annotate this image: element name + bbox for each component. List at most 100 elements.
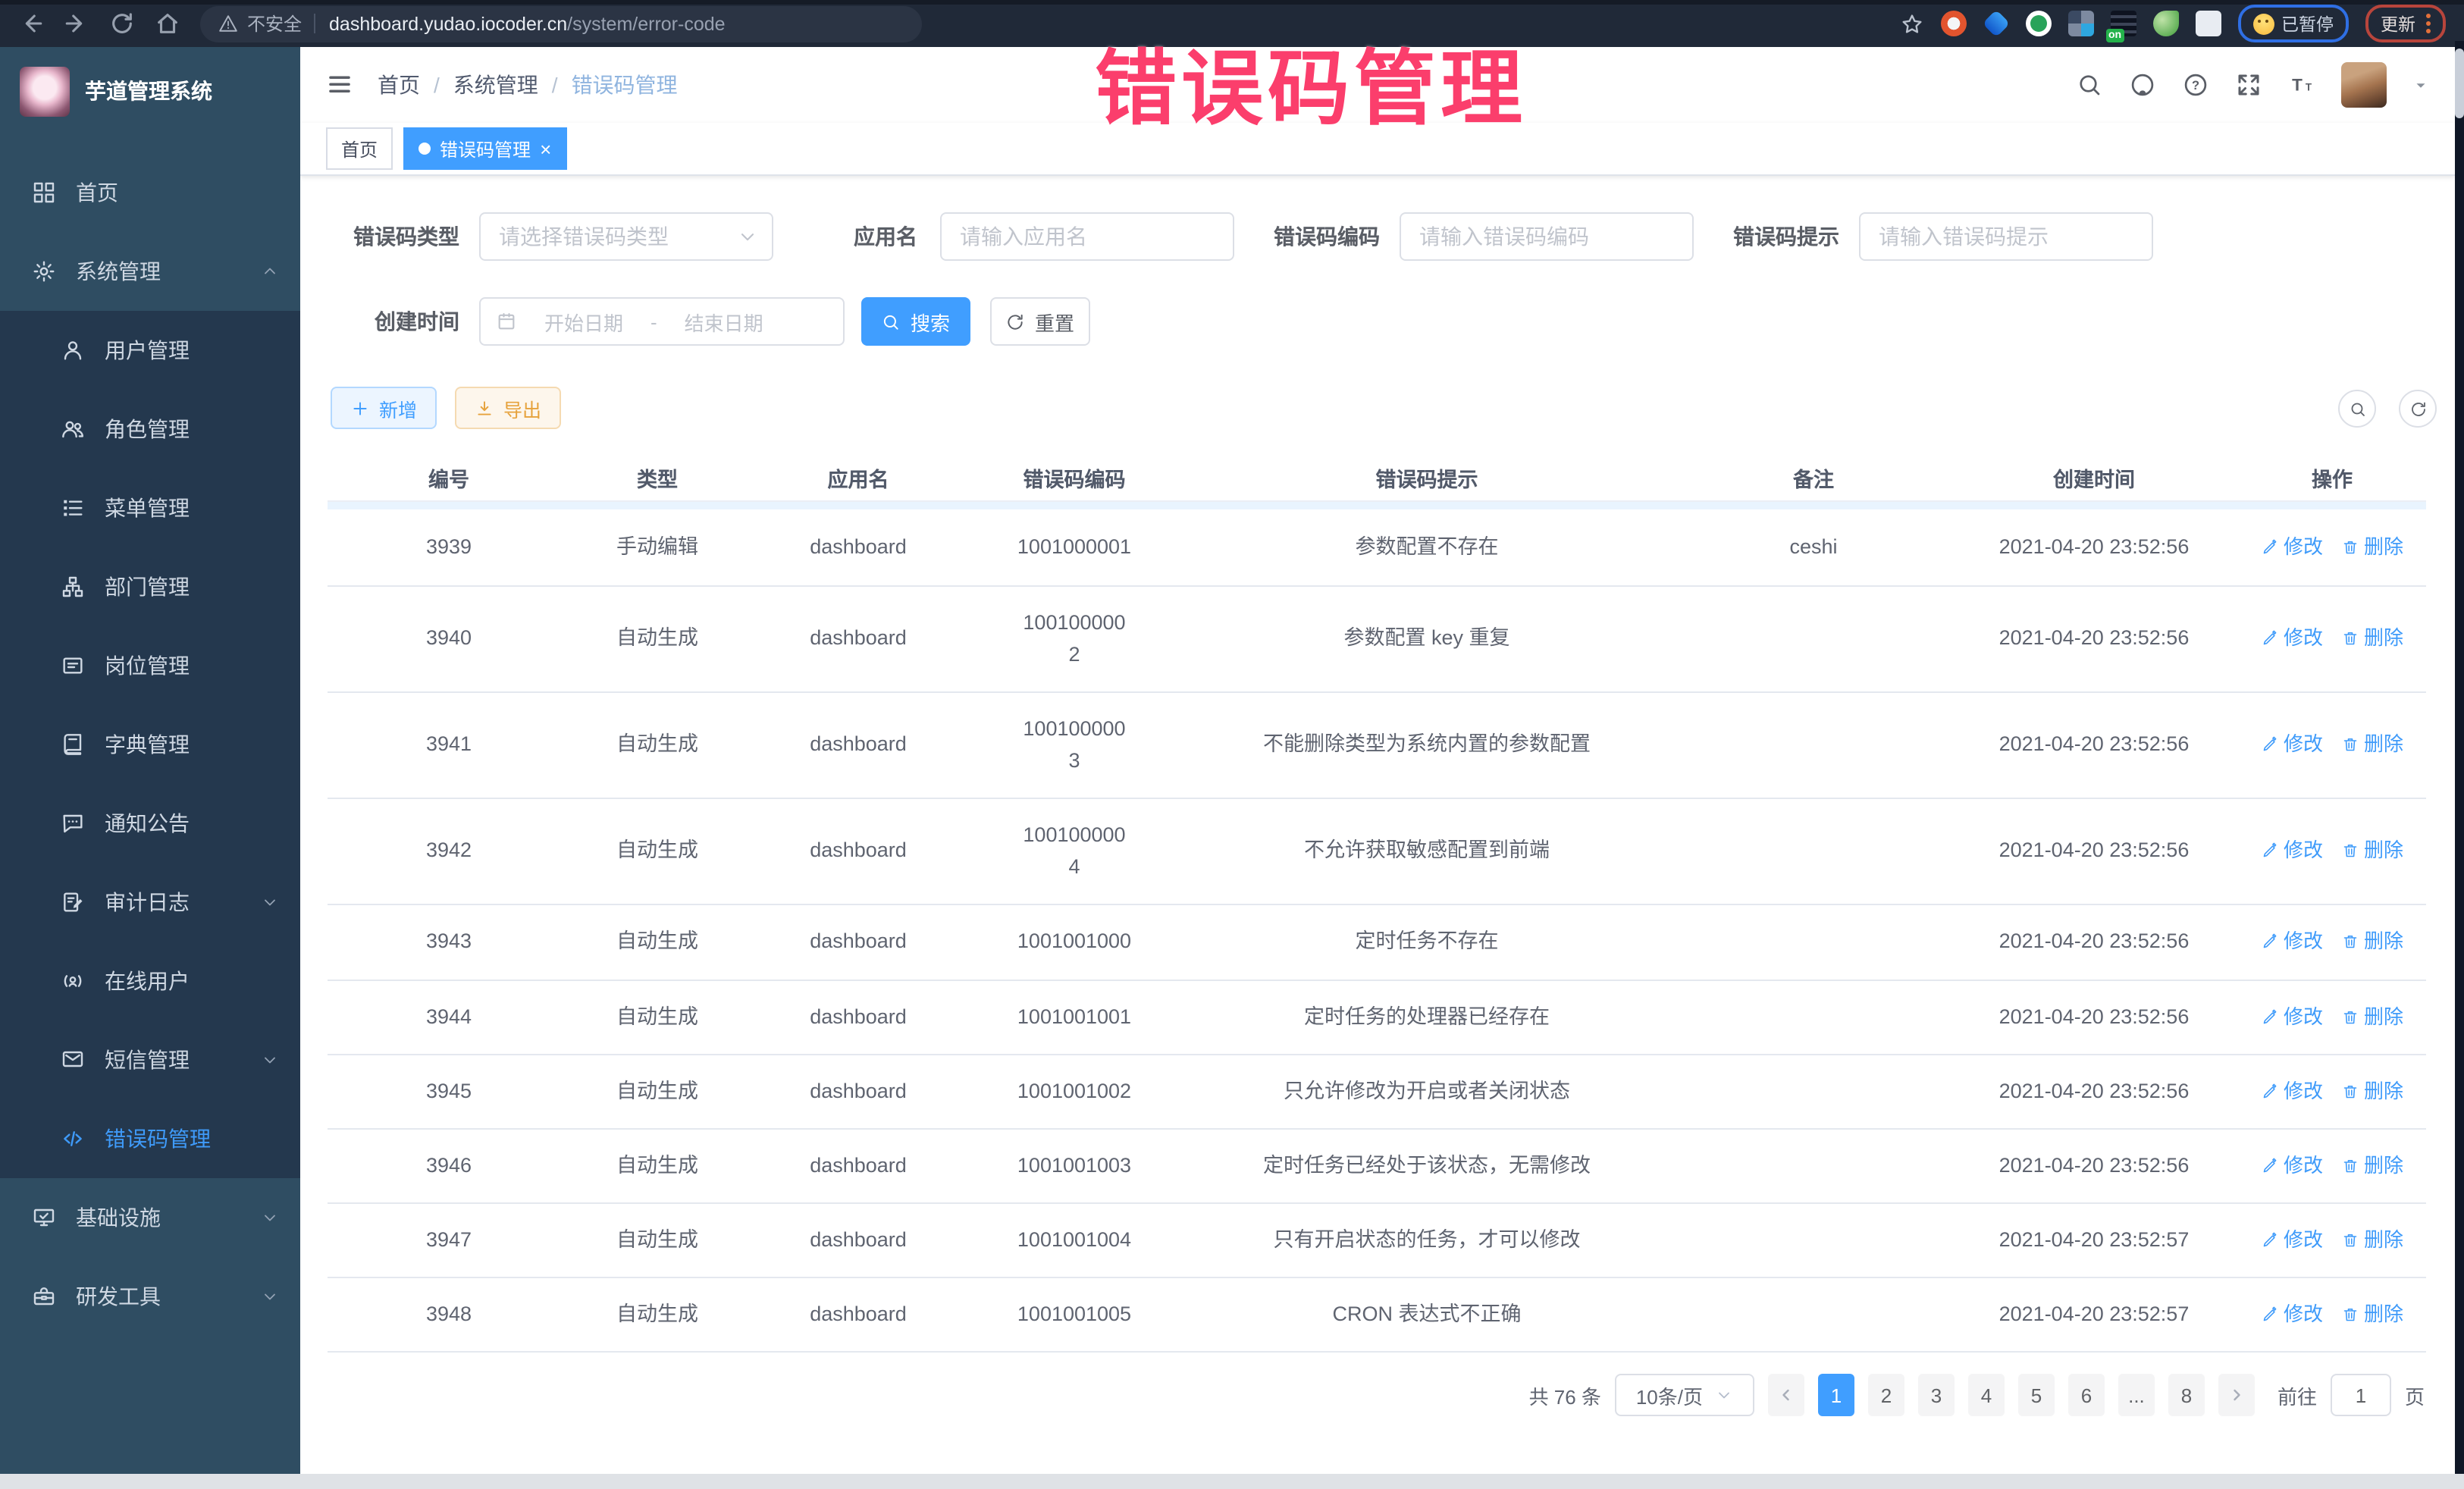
- sidebar-item-系统管理[interactable]: 系统管理: [0, 232, 300, 311]
- delete-link[interactable]: 删除: [2341, 1225, 2403, 1255]
- edit-link[interactable]: 修改: [2261, 836, 2323, 867]
- table-row[interactable]: 3946自动生成dashboard1001001003定时任务已经处于该状态，无…: [328, 1130, 2426, 1204]
- table-row[interactable]: 3945自动生成dashboard1001001002只允许修改为开启或者关闭状…: [328, 1055, 2426, 1130]
- sidebar-item-通知公告[interactable]: 通知公告: [0, 784, 300, 863]
- reset-button[interactable]: 重置: [990, 297, 1090, 346]
- table-row[interactable]: 3944自动生成dashboard1001001001定时任务的处理器已经存在2…: [328, 981, 2426, 1055]
- reload-icon[interactable]: [109, 11, 135, 36]
- tab-close-icon[interactable]: ×: [540, 139, 551, 158]
- sidebar-item-岗位管理[interactable]: 岗位管理: [0, 626, 300, 705]
- delete-link[interactable]: 删除: [2341, 624, 2403, 654]
- date-range-picker[interactable]: 开始日期 - 结束日期: [479, 297, 845, 346]
- extension-ubuntu-icon[interactable]: [1940, 11, 1966, 36]
- page-button-2[interactable]: 2: [1868, 1374, 1904, 1416]
- sidebar-item-审计日志[interactable]: 审计日志: [0, 863, 300, 942]
- delete-link[interactable]: 删除: [2341, 1151, 2403, 1181]
- page-button-5[interactable]: 5: [2018, 1374, 2055, 1416]
- sidebar-item-部门管理[interactable]: 部门管理: [0, 547, 300, 626]
- filter-app-input[interactable]: [940, 212, 1234, 261]
- edit-link[interactable]: 修改: [2261, 624, 2323, 654]
- browser-menu-icon[interactable]: [2426, 14, 2431, 33]
- table-row[interactable]: 3942自动生成dashboard100100000 4不允许获取敏感配置到前端…: [328, 799, 2426, 905]
- delete-link[interactable]: 删除: [2341, 532, 2403, 563]
- home-icon[interactable]: [155, 11, 180, 36]
- filter-type-select[interactable]: [479, 212, 773, 261]
- filter-code-input[interactable]: [1400, 212, 1694, 261]
- edit-link[interactable]: 修改: [2261, 1002, 2323, 1033]
- delete-link[interactable]: 删除: [2341, 730, 2403, 760]
- delete-link[interactable]: 删除: [2341, 1077, 2403, 1107]
- show-search-toggle-button[interactable]: [2338, 390, 2376, 428]
- user-avatar[interactable]: [2341, 62, 2387, 108]
- sidebar-item-字典管理[interactable]: 字典管理: [0, 705, 300, 784]
- sidebar-item-在线用户[interactable]: 在线用户: [0, 942, 300, 1020]
- next-page-button[interactable]: [2218, 1374, 2255, 1416]
- sidebar-item-首页[interactable]: 首页: [0, 153, 300, 232]
- page-size-select[interactable]: 10条/页: [1615, 1374, 1754, 1416]
- table-row[interactable]: 3939手动编辑dashboard1001000001参数配置不存在ceshi2…: [328, 509, 2426, 587]
- page-button-8[interactable]: 8: [2168, 1374, 2205, 1416]
- table-row[interactable]: 3947自动生成dashboard1001001004只有开启状态的任务，才可以…: [328, 1204, 2426, 1278]
- back-icon[interactable]: [18, 11, 44, 36]
- scrollbar-thumb[interactable]: [2455, 49, 2464, 118]
- breadcrumb-home[interactable]: 首页: [378, 70, 420, 100]
- table-row[interactable]: 3948自动生成dashboard1001001005CRON 表达式不正确20…: [328, 1278, 2426, 1353]
- fullscreen-icon[interactable]: [2235, 71, 2262, 99]
- prev-page-button[interactable]: [1768, 1374, 1804, 1416]
- edit-link[interactable]: 修改: [2261, 1299, 2323, 1330]
- extension-grid-icon[interactable]: [2067, 11, 2093, 36]
- edit-link[interactable]: 修改: [2261, 1077, 2323, 1107]
- tab-error-code[interactable]: 错误码管理×: [403, 127, 566, 170]
- export-button[interactable]: 导出: [455, 387, 561, 429]
- search-icon[interactable]: [2076, 71, 2103, 99]
- page-button-6[interactable]: 6: [2068, 1374, 2105, 1416]
- sidebar-item-错误码管理[interactable]: 错误码管理: [0, 1099, 300, 1178]
- extension-list-icon[interactable]: on: [2110, 11, 2136, 36]
- refresh-table-button[interactable]: [2399, 390, 2437, 428]
- bookmark-star-icon[interactable]: [1899, 11, 1923, 36]
- edit-link[interactable]: 修改: [2261, 1225, 2323, 1255]
- forward-icon[interactable]: [64, 11, 89, 36]
- font-size-icon[interactable]: TT: [2288, 71, 2315, 99]
- page-scrollbar[interactable]: [2455, 41, 2464, 1474]
- sidebar-item-菜单管理[interactable]: 菜单管理: [0, 469, 300, 547]
- paused-extension-pill[interactable]: 已暂停: [2237, 5, 2349, 42]
- delete-link[interactable]: 删除: [2341, 1299, 2403, 1330]
- page-button-3[interactable]: 3: [1918, 1374, 1955, 1416]
- sidebar-item-短信管理[interactable]: 短信管理: [0, 1020, 300, 1099]
- sidebar-item-角色管理[interactable]: 角色管理: [0, 390, 300, 469]
- more-pages-button[interactable]: ...: [2118, 1374, 2155, 1416]
- extension-gem-icon[interactable]: [1982, 10, 2010, 38]
- table-row[interactable]: 3941自动生成dashboard100100000 3不能删除类型为系统内置的…: [328, 693, 2426, 799]
- update-button[interactable]: 更新: [2365, 5, 2446, 42]
- extension-leaf-icon[interactable]: [2152, 11, 2178, 36]
- extensions-puzzle-icon[interactable]: [2195, 11, 2221, 36]
- breadcrumb-system[interactable]: 系统管理: [453, 70, 538, 100]
- app-logo-row[interactable]: 芋道管理系统: [0, 47, 300, 135]
- delete-link[interactable]: 删除: [2341, 836, 2403, 867]
- table-row[interactable]: 3940自动生成dashboard100100000 2参数配置 key 重复2…: [328, 587, 2426, 693]
- address-bar[interactable]: 不安全 dashboard.yudao.iocoder.cn/system/er…: [200, 5, 922, 42]
- sidebar-item-用户管理[interactable]: 用户管理: [0, 311, 300, 390]
- extension-checkmark-icon[interactable]: [2025, 11, 2051, 36]
- collapse-menu-icon[interactable]: [326, 71, 353, 99]
- help-icon[interactable]: ?: [2182, 71, 2209, 99]
- tab-home[interactable]: 首页: [326, 127, 393, 170]
- sidebar-item-研发工具[interactable]: 研发工具: [0, 1257, 300, 1336]
- add-button[interactable]: 新增: [331, 387, 437, 429]
- edit-link[interactable]: 修改: [2261, 1151, 2323, 1181]
- edit-link[interactable]: 修改: [2261, 532, 2323, 563]
- github-icon[interactable]: [2129, 71, 2156, 99]
- delete-link[interactable]: 删除: [2341, 927, 2403, 958]
- edit-link[interactable]: 修改: [2261, 927, 2323, 958]
- sidebar-item-基础设施[interactable]: 基础设施: [0, 1178, 300, 1257]
- search-button[interactable]: 搜索: [861, 297, 970, 346]
- goto-page-input[interactable]: [2331, 1374, 2391, 1416]
- edit-link[interactable]: 修改: [2261, 730, 2323, 760]
- table-row[interactable]: 3943自动生成dashboard1001001000定时任务不存在2021-0…: [328, 905, 2426, 981]
- user-menu-caret-icon[interactable]: [2412, 77, 2429, 93]
- delete-link[interactable]: 删除: [2341, 1002, 2403, 1033]
- filter-msg-input[interactable]: [1859, 212, 2153, 261]
- page-button-4[interactable]: 4: [1968, 1374, 2005, 1416]
- page-button-1[interactable]: 1: [1818, 1374, 1854, 1416]
